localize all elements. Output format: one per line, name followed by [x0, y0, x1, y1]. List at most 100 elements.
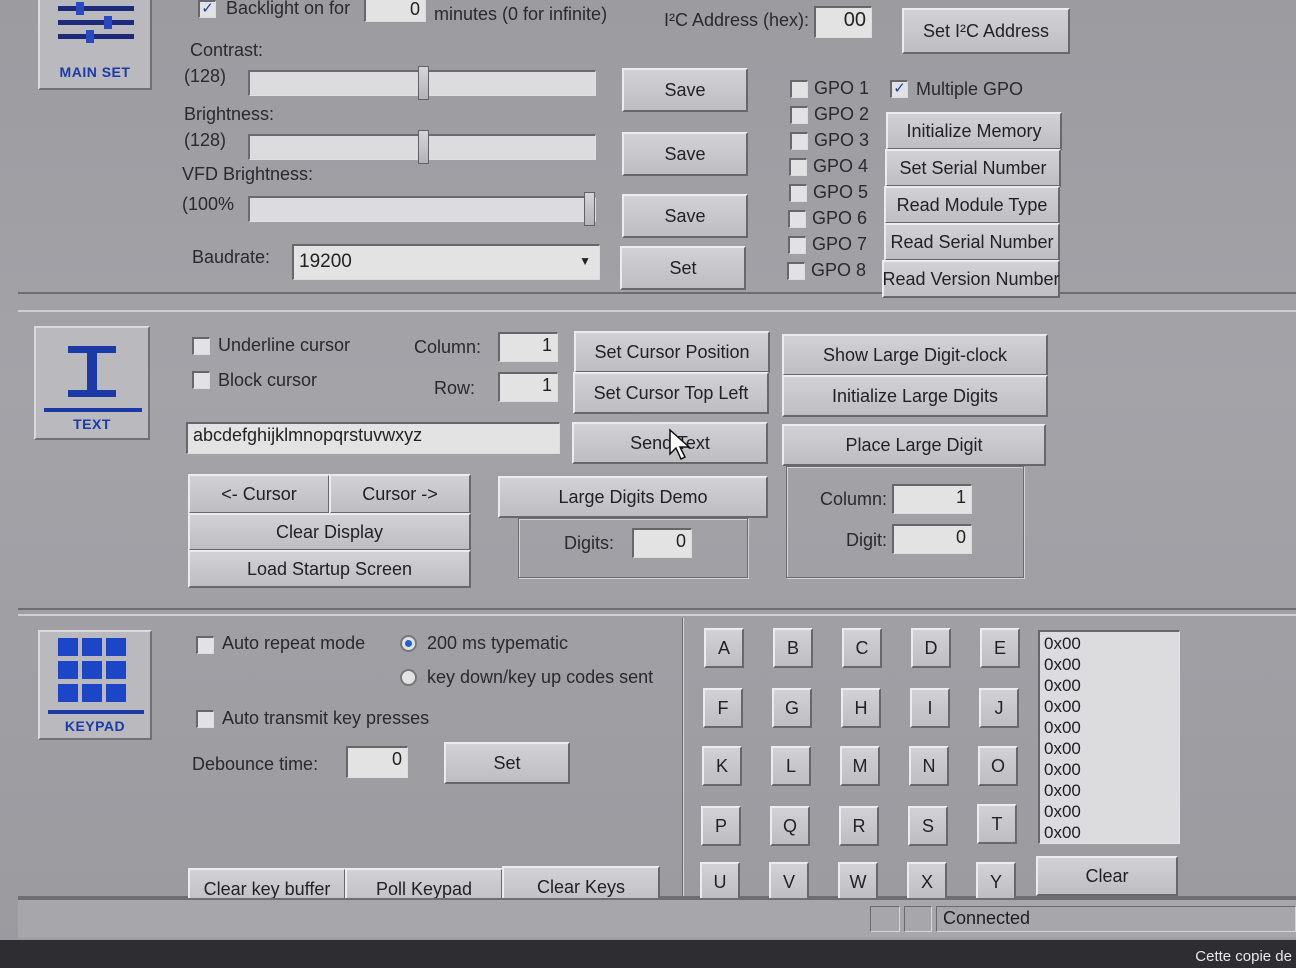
large-digit-column-input[interactable]: 1 [892, 484, 972, 514]
column-input[interactable]: 1 [498, 332, 558, 362]
key-n-button[interactable]: N [909, 746, 949, 786]
gpo-2-checkbox[interactable] [790, 106, 808, 124]
set-cursor-top-left-button[interactable]: Set Cursor Top Left [573, 372, 769, 414]
key-s-button[interactable]: S [908, 806, 948, 846]
contrast-slider-thumb[interactable] [418, 66, 429, 100]
gpo-6-checkbox[interactable] [788, 210, 806, 228]
contrast-slider[interactable] [248, 66, 596, 100]
gpo-8-checkbox[interactable] [787, 262, 805, 280]
key-codes-radio[interactable] [400, 669, 417, 686]
gpo-1-checkbox[interactable] [790, 80, 808, 98]
set-i2c-address-button[interactable]: Set I²C Address [902, 8, 1070, 54]
list-item[interactable]: 0x00 [1044, 675, 1175, 696]
load-startup-screen-button[interactable]: Load Startup Screen [188, 550, 471, 588]
list-item[interactable]: 0x00 [1044, 801, 1175, 822]
key-p-button[interactable]: P [701, 806, 741, 846]
key-r-button[interactable]: R [839, 806, 879, 846]
key-x-button[interactable]: X [907, 862, 947, 902]
show-large-digit-clock-button[interactable]: Show Large Digit-clock [782, 334, 1048, 376]
key-codes-list[interactable]: 0x00 0x00 0x00 0x00 0x00 0x00 0x00 0x00 … [1038, 630, 1180, 844]
gpo-3-checkbox[interactable] [790, 132, 808, 150]
list-item[interactable]: 0x00 [1044, 633, 1175, 654]
key-j-button[interactable]: J [979, 688, 1019, 728]
list-item[interactable]: 0x00 [1044, 696, 1175, 717]
set-cursor-position-button[interactable]: Set Cursor Position [574, 331, 770, 373]
underline-cursor-checkbox[interactable] [192, 337, 210, 355]
vfd-brightness-slider[interactable] [248, 192, 596, 226]
gpo-7-label: GPO 7 [812, 234, 868, 254]
clear-codes-button[interactable]: Clear [1036, 856, 1178, 896]
list-item[interactable]: 0x00 [1044, 822, 1175, 843]
key-v-button[interactable]: V [769, 862, 809, 902]
block-cursor-checkbox[interactable] [192, 371, 210, 389]
brightness-slider[interactable] [248, 130, 596, 164]
cursor-right-button[interactable]: Cursor -> [329, 474, 471, 514]
set-serial-number-button[interactable]: Set Serial Number [885, 149, 1061, 187]
vfd-brightness-save-button[interactable]: Save [622, 194, 748, 238]
baudrate-set-button[interactable]: Set [620, 246, 746, 290]
backlight-minutes-input[interactable]: 0 [364, 0, 426, 22]
watermark-text: Cette copie de [1195, 948, 1292, 965]
key-l-button[interactable]: L [771, 746, 811, 786]
gpo-5-checkbox[interactable] [789, 184, 807, 202]
large-digit-digit-input[interactable]: 0 [892, 524, 972, 554]
list-item[interactable]: 0x00 [1044, 759, 1175, 780]
debounce-set-button[interactable]: Set [444, 742, 570, 784]
chevron-down-icon[interactable]: ▼ [579, 254, 591, 268]
text-cursor-icon [44, 346, 142, 412]
main-set-tab[interactable]: MAIN SET [38, 0, 152, 90]
read-version-number-button[interactable]: Read Version Number [882, 260, 1060, 298]
key-g-button[interactable]: G [772, 688, 812, 728]
row-input[interactable]: 1 [498, 372, 558, 402]
list-item[interactable]: 0x00 [1044, 780, 1175, 801]
cursor-left-button[interactable]: <- Cursor [188, 474, 330, 514]
key-k-button[interactable]: K [702, 746, 742, 786]
gpo-7-checkbox[interactable] [788, 236, 806, 254]
read-serial-number-button[interactable]: Read Serial Number [884, 223, 1060, 261]
key-d-button[interactable]: D [911, 628, 951, 668]
initialize-large-digits-button[interactable]: Initialize Large Digits [782, 375, 1048, 417]
large-digits-demo-button[interactable]: Large Digits Demo [498, 476, 768, 518]
auto-transmit-label: Auto transmit key presses [222, 708, 430, 728]
debounce-input[interactable]: 0 [346, 746, 408, 778]
vfd-brightness-label: VFD Brightness: [182, 164, 314, 184]
key-w-button[interactable]: W [838, 862, 878, 902]
key-f-button[interactable]: F [703, 688, 743, 728]
key-m-button[interactable]: M [840, 746, 880, 786]
list-item[interactable]: 0x00 [1044, 654, 1175, 675]
typematic-radio[interactable] [400, 635, 417, 652]
vfd-brightness-slider-thumb[interactable] [584, 192, 595, 226]
digits-input[interactable]: 0 [632, 528, 692, 558]
backlight-checkbox[interactable]: ✓ [198, 0, 216, 18]
auto-repeat-checkbox[interactable] [196, 636, 214, 654]
key-c-button[interactable]: C [842, 628, 882, 668]
brightness-slider-thumb[interactable] [418, 130, 429, 164]
text-tab[interactable]: TEXT [34, 326, 150, 440]
initialize-memory-button[interactable]: Initialize Memory [886, 112, 1062, 150]
clear-display-button[interactable]: Clear Display [188, 513, 471, 551]
key-a-button[interactable]: A [704, 628, 744, 668]
key-q-button[interactable]: Q [770, 806, 810, 846]
auto-transmit-checkbox[interactable] [196, 710, 214, 728]
i2c-address-input[interactable]: 00 [814, 6, 872, 38]
key-h-button[interactable]: H [841, 688, 881, 728]
key-t-button[interactable]: T [977, 804, 1017, 844]
contrast-save-button[interactable]: Save [622, 68, 748, 112]
key-i-button[interactable]: I [910, 688, 950, 728]
key-b-button[interactable]: B [773, 628, 813, 668]
gpo-4-checkbox[interactable] [789, 158, 807, 176]
place-large-digit-button[interactable]: Place Large Digit [782, 424, 1046, 466]
text-input[interactable]: abcdefghijklmnopqrstuvwxyz [186, 422, 560, 454]
key-y-button[interactable]: Y [976, 862, 1016, 902]
baudrate-select[interactable]: 19200 ▼ [292, 244, 600, 280]
read-module-type-button[interactable]: Read Module Type [884, 186, 1060, 224]
key-o-button[interactable]: O [978, 746, 1018, 786]
key-u-button[interactable]: U [700, 862, 740, 902]
key-e-button[interactable]: E [980, 628, 1020, 668]
multiple-gpo-checkbox[interactable]: ✓ [890, 80, 908, 98]
list-item[interactable]: 0x00 [1044, 738, 1175, 759]
brightness-save-button[interactable]: Save [622, 132, 748, 176]
list-item[interactable]: 0x00 [1044, 717, 1175, 738]
keypad-tab[interactable]: KEYPAD [38, 630, 152, 740]
backlight-suffix: minutes (0 for infinite) [434, 4, 608, 24]
